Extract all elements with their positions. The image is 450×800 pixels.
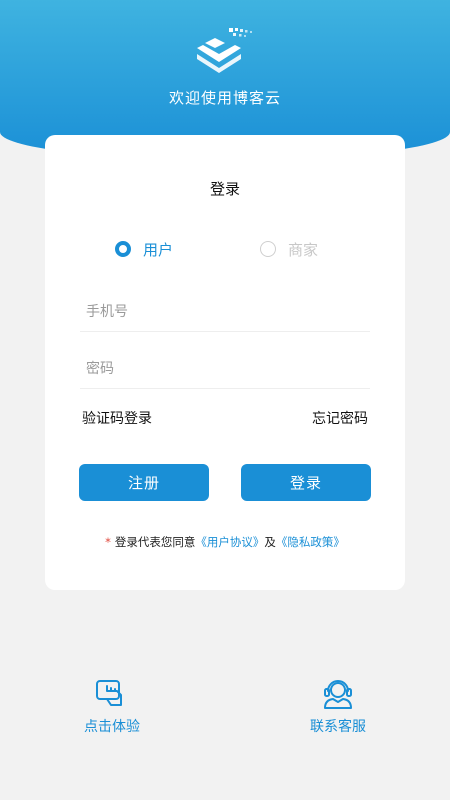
headset-icon	[324, 680, 352, 709]
login-button[interactable]: 登录	[241, 464, 371, 501]
forgot-password-link[interactable]: 忘记密码	[312, 408, 368, 428]
role-label-user: 用户	[143, 240, 174, 259]
register-button[interactable]: 注册	[79, 464, 209, 501]
phone-input[interactable]	[80, 292, 370, 332]
role-option-user[interactable]: 用户	[115, 238, 173, 260]
user-agreement-link[interactable]: 《用户协议》	[195, 535, 264, 549]
trial-button[interactable]: 点击体验	[67, 678, 157, 736]
welcome-title: 欢迎使用博客云	[168, 89, 281, 107]
sms-login-link[interactable]: 验证码登录	[82, 408, 152, 428]
required-star: *	[105, 535, 111, 549]
role-label-merchant: 商家	[288, 240, 319, 259]
radio-unchecked-icon[interactable]	[260, 241, 276, 257]
tap-hand-icon	[96, 680, 122, 706]
privacy-policy-link[interactable]: 《隐私政策》	[276, 535, 345, 549]
role-option-merchant[interactable]: 商家	[260, 238, 318, 260]
trial-label: 点击体验	[84, 719, 140, 735]
agreement-notice: * 登录代表您同意《用户协议》及《隐私政策》	[45, 534, 405, 550]
login-card: 登录 用户 商家 验证码登录 忘记密码 注册 登录 *登录代表您同意《用户协议》…	[45, 135, 405, 590]
customer-service-button[interactable]: 联系客服	[293, 678, 383, 736]
agreement-prefix: 登录代表您同意	[114, 535, 196, 549]
cube-logo-icon	[197, 28, 252, 73]
service-label: 联系客服	[310, 719, 366, 735]
login-title: 登录	[209, 180, 240, 198]
radio-checked-icon[interactable]	[115, 241, 131, 257]
password-input[interactable]	[80, 349, 370, 389]
agreement-and: 及	[264, 535, 276, 549]
